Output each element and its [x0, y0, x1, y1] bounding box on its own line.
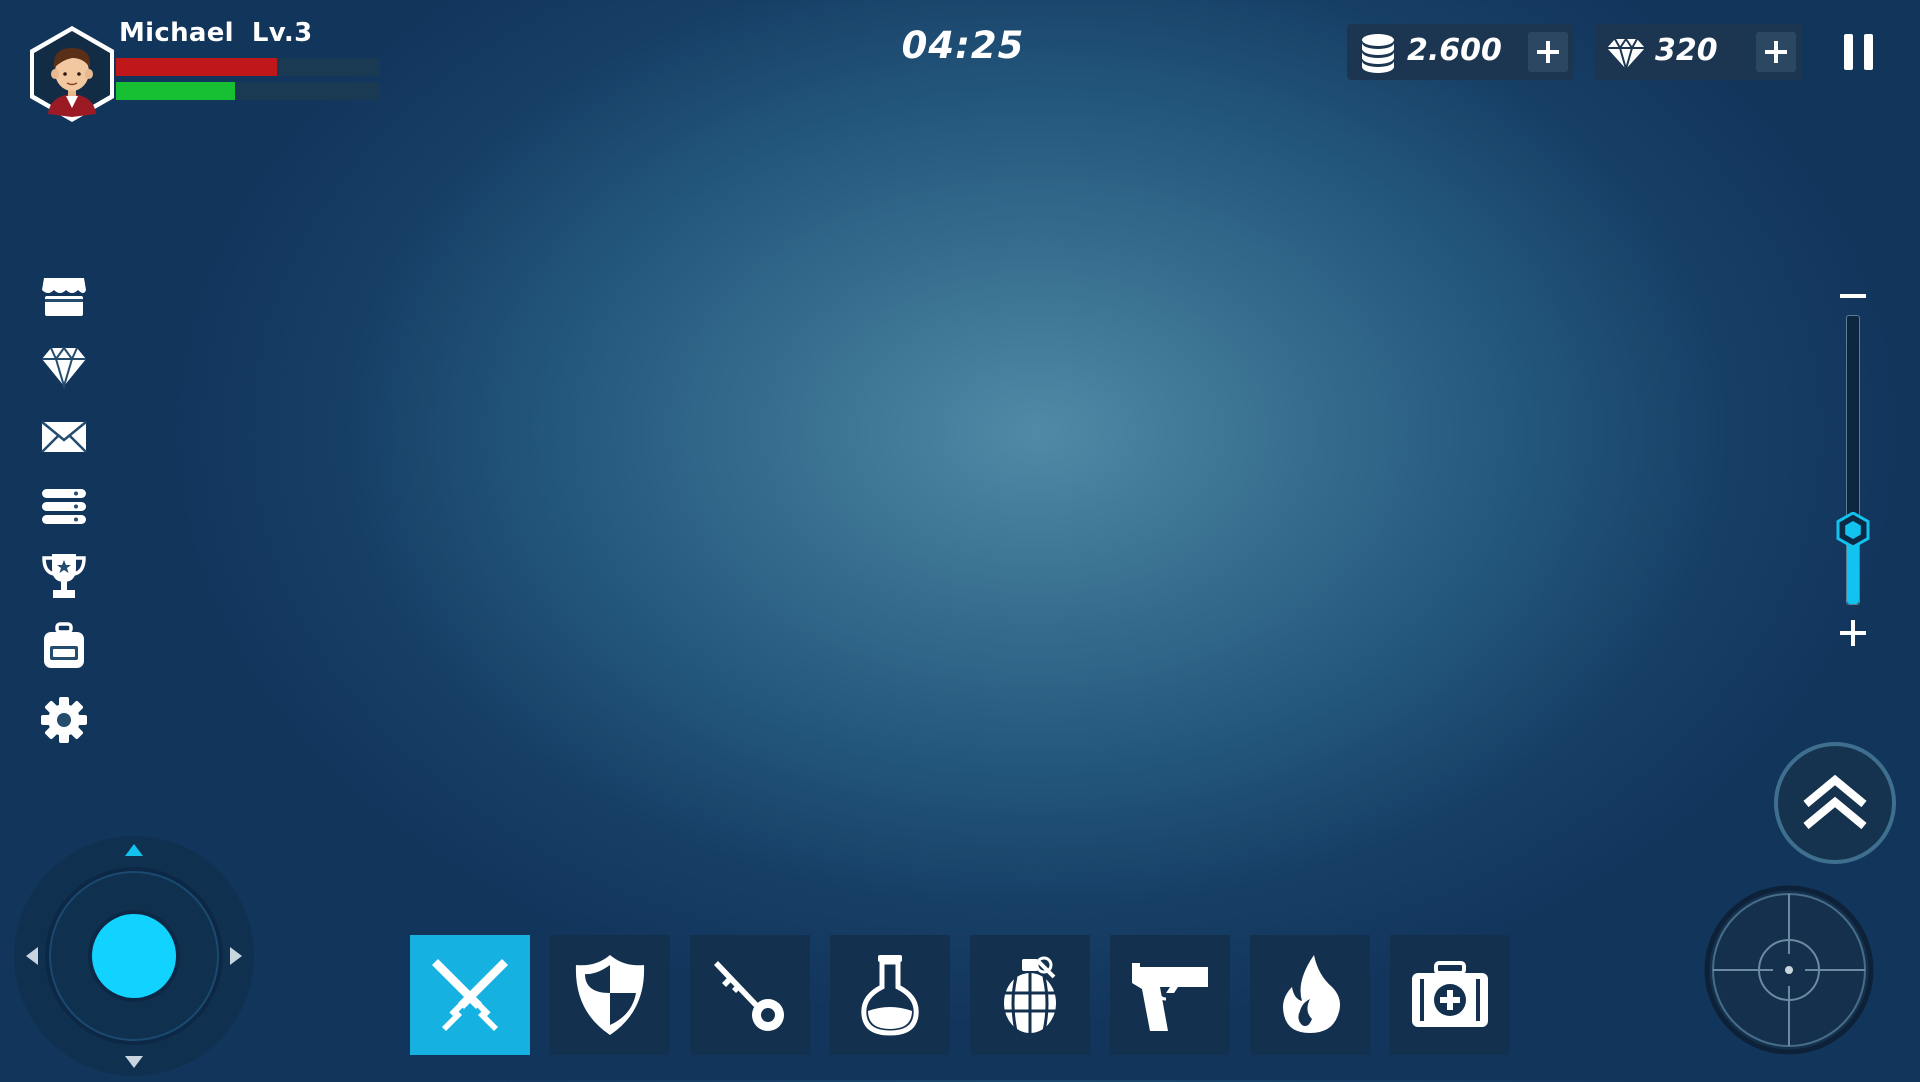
- zoom-in-button[interactable]: [1840, 620, 1866, 646]
- key-icon: [714, 961, 784, 1031]
- crosshair-icon: [1704, 885, 1874, 1055]
- backpack-icon: [44, 622, 84, 668]
- hotbar-slot-potion[interactable]: [830, 935, 950, 1055]
- gear-icon: [41, 697, 87, 743]
- coin-stack-icon: [1362, 34, 1394, 73]
- gem-value: 320: [1655, 33, 1718, 68]
- movement-joystick[interactable]: [12, 834, 256, 1078]
- hotbar-slot-pistol[interactable]: [1110, 935, 1230, 1055]
- hexagon-handle-icon: [1836, 511, 1870, 549]
- double-chevron-up-icon: [1803, 774, 1867, 830]
- plus-icon: [1840, 620, 1866, 646]
- potion-flask-icon: [861, 955, 919, 1036]
- energy-bar: [116, 82, 380, 100]
- hotbar-slot-swords[interactable]: [410, 935, 530, 1055]
- pause-icon-bar: [1864, 34, 1873, 70]
- list-icon: [42, 489, 86, 524]
- grenade-icon: [1004, 956, 1056, 1033]
- joystick-knob: [92, 914, 176, 998]
- sidebar-item-trophy[interactable]: [38, 550, 90, 602]
- coin-counter: 2.600: [1347, 24, 1574, 80]
- pause-button[interactable]: [1844, 34, 1874, 70]
- sidebar-item-mail[interactable]: [38, 410, 90, 462]
- coin-value: 2.600: [1407, 33, 1502, 68]
- shop-icon: [42, 278, 86, 316]
- plus-icon: [1537, 41, 1559, 63]
- hotbar-slot-grenade[interactable]: [970, 935, 1090, 1055]
- energy-bar-fill: [116, 82, 235, 100]
- match-timer: 04:25: [901, 24, 1025, 67]
- hotbar-slot-key[interactable]: [690, 935, 810, 1055]
- fire-icon: [1283, 955, 1340, 1033]
- zoom-slider-handle[interactable]: [1835, 511, 1871, 549]
- health-bar: [116, 58, 380, 76]
- sidebar-item-list[interactable]: [38, 480, 90, 532]
- gem-counter: 320: [1595, 24, 1802, 80]
- first-aid-kit-icon: [1412, 961, 1488, 1027]
- player-name: Michael: [119, 18, 234, 48]
- aim-button[interactable]: [1703, 884, 1875, 1056]
- pause-icon: [1844, 34, 1853, 70]
- player-name-label: Michael Lv.3: [119, 18, 312, 48]
- hotbar-slot-medkit[interactable]: [1390, 935, 1510, 1055]
- sidebar-item-backpack[interactable]: [38, 620, 90, 672]
- hotbar-slot-shield[interactable]: [550, 935, 670, 1055]
- player-avatar[interactable]: [28, 24, 116, 124]
- jump-button[interactable]: [1774, 742, 1896, 864]
- player-level: Lv.3: [251, 18, 313, 48]
- add-gems-button[interactable]: [1756, 32, 1796, 72]
- sidebar-item-shop[interactable]: [38, 270, 90, 322]
- sidebar-item-settings[interactable]: [38, 694, 90, 746]
- zoom-out-button[interactable]: [1840, 294, 1866, 298]
- diamond-icon: [1607, 37, 1645, 73]
- trophy-icon: [42, 554, 86, 598]
- plus-icon: [1765, 41, 1787, 63]
- add-coins-button[interactable]: [1528, 32, 1568, 72]
- mail-icon: [41, 421, 87, 453]
- pistol-icon: [1132, 963, 1208, 1031]
- health-bar-fill: [116, 58, 278, 76]
- sidebar-item-gems[interactable]: [38, 340, 90, 392]
- diamond-icon: [42, 346, 86, 390]
- shield-icon: [575, 955, 645, 1035]
- crossed-swords-icon: [432, 959, 508, 1031]
- hotbar-slot-fire[interactable]: [1250, 935, 1370, 1055]
